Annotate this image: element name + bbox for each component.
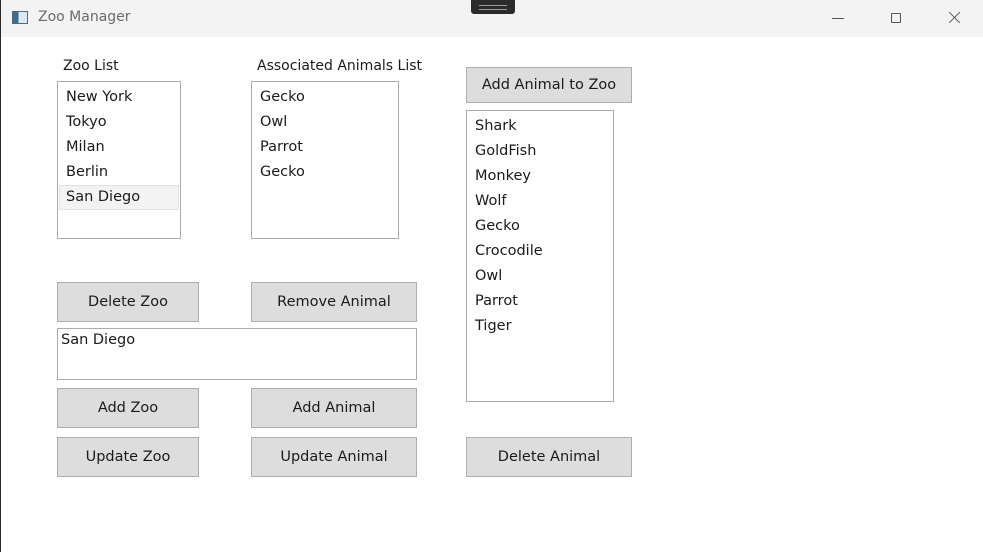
animal-list-item[interactable]: Gecko — [468, 214, 612, 239]
add-animal-button[interactable]: Add Animal — [251, 388, 417, 428]
close-button[interactable] — [925, 0, 983, 36]
update-animal-button[interactable]: Update Animal — [251, 437, 417, 477]
zoo-list-item[interactable]: New York — [59, 85, 179, 110]
animal-list-item[interactable]: Tiger — [468, 314, 612, 339]
associated-animal-item[interactable]: Gecko — [253, 160, 397, 185]
name-input[interactable]: San Diego — [57, 328, 417, 380]
zoo-list-item-selected[interactable]: San Diego — [59, 185, 179, 210]
associated-animals-listbox[interactable]: Gecko Owl Parrot Gecko — [251, 81, 399, 239]
delete-zoo-button[interactable]: Delete Zoo — [57, 282, 199, 322]
delete-animal-button[interactable]: Delete Animal — [466, 437, 632, 477]
animal-list-item[interactable]: GoldFish — [468, 139, 612, 164]
maximize-button[interactable] — [867, 0, 925, 36]
title-bar[interactable]: Zoo Manager — [1, 0, 983, 37]
add-zoo-button[interactable]: Add Zoo — [57, 388, 199, 428]
animal-list-item[interactable]: Shark — [468, 114, 612, 139]
zoo-list-item[interactable]: Milan — [59, 135, 179, 160]
animal-list-item[interactable]: Crocodile — [468, 239, 612, 264]
zoo-list-label: Zoo List — [63, 58, 119, 74]
associated-animal-item[interactable]: Parrot — [253, 135, 397, 160]
associated-animals-label: Associated Animals List — [257, 58, 422, 74]
app-window: Zoo Manager Zoo List Associated Animals … — [0, 0, 983, 552]
zoo-listbox[interactable]: New York Tokyo Milan Berlin San Diego — [57, 81, 181, 239]
animal-list-item[interactable]: Wolf — [468, 189, 612, 214]
window-title: Zoo Manager — [38, 9, 131, 25]
animal-list-item[interactable]: Owl — [468, 264, 612, 289]
close-icon — [947, 11, 961, 25]
maximize-icon — [891, 13, 901, 23]
zoo-list-item[interactable]: Berlin — [59, 160, 179, 185]
all-animals-listbox[interactable]: Shark GoldFish Monkey Wolf Gecko Crocodi… — [466, 110, 614, 402]
app-window-icon — [12, 11, 28, 24]
zoo-list-item[interactable]: Tokyo — [59, 110, 179, 135]
update-zoo-button[interactable]: Update Zoo — [57, 437, 199, 477]
minimize-button[interactable] — [809, 0, 867, 36]
snap-layout-handle[interactable] — [471, 0, 515, 14]
add-animal-to-zoo-button[interactable]: Add Animal to Zoo — [466, 67, 632, 103]
associated-animal-item[interactable]: Owl — [253, 110, 397, 135]
animal-list-item[interactable]: Monkey — [468, 164, 612, 189]
minimize-icon — [832, 17, 844, 19]
animal-list-item[interactable]: Parrot — [468, 289, 612, 314]
associated-animal-item[interactable]: Gecko — [253, 85, 397, 110]
remove-animal-button[interactable]: Remove Animal — [251, 282, 417, 322]
